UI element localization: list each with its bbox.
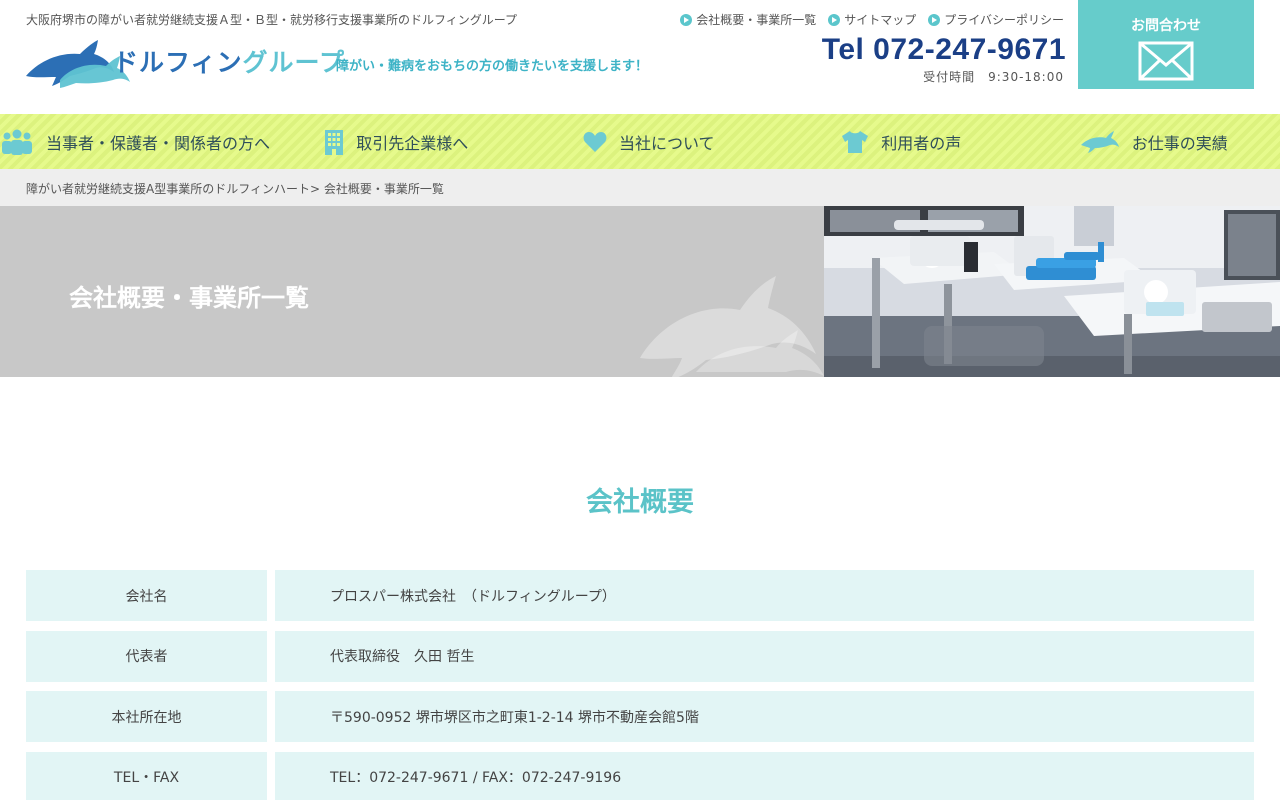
- top-link-company[interactable]: 会社概要・事業所一覧: [680, 11, 816, 28]
- top-link-label: 会社概要・事業所一覧: [696, 13, 817, 27]
- breadcrumb-separator: >: [309, 182, 321, 196]
- logo-text-main: ドルフィン: [113, 48, 243, 77]
- nav-item-works[interactable]: お仕事の実績: [1028, 114, 1280, 169]
- breadcrumb-current: 会社概要・事業所一覧: [323, 182, 444, 196]
- site-tagline: 大阪府堺市の障がい者就労継続支援Ａ型・Ｂ型・就労移行支援事業所のドルフィングルー…: [26, 13, 518, 27]
- table-header-cell: 本社所在地: [26, 691, 267, 742]
- dolphin-watermark-icon: [640, 276, 824, 377]
- top-link-sitemap[interactable]: サイトマップ: [828, 11, 916, 28]
- mail-icon: [1138, 41, 1194, 81]
- nav-item-label: お仕事の実績: [1131, 133, 1228, 153]
- table-row: 会社名 プロスパー株式会社 （ドルフィングループ）: [26, 570, 1254, 621]
- nav-item-for-users[interactable]: 当事者・保護者・関係者の方へ: [0, 114, 270, 169]
- table-header-cell: 代表者: [26, 630, 267, 682]
- sewing-workshop-photo: [824, 206, 1280, 377]
- breadcrumb-home-link[interactable]: 障がい者就労継続支援A型事業所のドルフィンハート: [26, 182, 310, 196]
- top-links: 会社概要・事業所一覧 サイトマップ プライバシーポリシー: [680, 11, 1064, 28]
- nav-item-label: 当事者・保護者・関係者の方へ: [46, 133, 271, 153]
- table-row: 本社所在地 〒590-0952 堺市堺区市之町東1-2-14 堺市不動産会館5階: [26, 691, 1254, 742]
- nav-item-label: 取引先企業様へ: [356, 133, 469, 153]
- nav-item-about[interactable]: 当社について: [523, 114, 776, 169]
- logo-text-accent: グループ: [242, 48, 346, 77]
- tshirt-icon: [842, 130, 869, 153]
- table-row: TEL・FAX TEL：072-247-9671 / FAX：072-247-9…: [26, 751, 1254, 800]
- table-value-cell: TEL：072-247-9671 / FAX：072-247-9196: [275, 751, 1254, 800]
- phone-number[interactable]: Tel 072-247-9671: [822, 33, 1066, 67]
- site-header: 大阪府堺市の障がい者就労継続支援Ａ型・Ｂ型・就労移行支援事業所のドルフィングルー…: [0, 0, 1280, 114]
- arrow-circle-icon: [680, 13, 693, 26]
- nav-item-label: 当社について: [619, 133, 715, 153]
- nav-item-voices[interactable]: 利用者の声: [775, 114, 1028, 169]
- top-link-privacy[interactable]: プライバシーポリシー: [928, 11, 1064, 28]
- hero-banner: 会社概要・事業所一覧: [0, 206, 824, 377]
- top-link-label: プライバシーポリシー: [944, 13, 1064, 27]
- nav-item-label: 利用者の声: [881, 133, 962, 153]
- contact-button[interactable]: お問合わせ: [1078, 0, 1254, 89]
- table-row: 代表者 代表取締役 久田 哲生: [26, 630, 1254, 682]
- global-nav: 当事者・保護者・関係者の方へ 取引先企業様へ 当社について 利用者の声 お仕事の…: [0, 114, 1280, 169]
- page-hero: 会社概要・事業所一覧: [0, 206, 1280, 377]
- company-info-table: 会社名 プロスパー株式会社 （ドルフィングループ） 代表者 代表取締役 久田 哲…: [26, 570, 1254, 800]
- table-header-cell: 会社名: [26, 570, 267, 621]
- building-icon: [325, 129, 344, 155]
- contact-button-label: お問合わせ: [1131, 18, 1201, 34]
- table-header-cell: TEL・FAX: [26, 751, 267, 800]
- business-hours: 受付時間 9:30-18:00: [923, 70, 1064, 84]
- top-link-label: サイトマップ: [844, 13, 917, 27]
- table-value-cell: 代表取締役 久田 哲生: [275, 630, 1254, 682]
- table-value-cell: 〒590-0952 堺市堺区市之町東1-2-14 堺市不動産会館5階: [275, 691, 1254, 742]
- slogan: 障がい・難病をおもちの方の働きたいを支援します！: [336, 59, 649, 74]
- heart-icon: [583, 131, 607, 152]
- arrow-circle-icon: [928, 13, 941, 26]
- arrow-circle-icon: [828, 13, 841, 26]
- breadcrumb: 障がい者就労継続支援A型事業所のドルフィンハート> 会社概要・事業所一覧: [0, 169, 1280, 206]
- table-value-cell: プロスパー株式会社 （ドルフィングループ）: [275, 570, 1254, 621]
- logo-text[interactable]: ドルフィングループ: [113, 43, 345, 79]
- dolphin-icon: [1080, 130, 1119, 153]
- page-title: 会社概要・事業所一覧: [69, 284, 309, 312]
- people-icon: [2, 129, 32, 155]
- nav-item-for-business[interactable]: 取引先企業様へ: [270, 114, 523, 169]
- section-title: 会社概要: [586, 487, 694, 518]
